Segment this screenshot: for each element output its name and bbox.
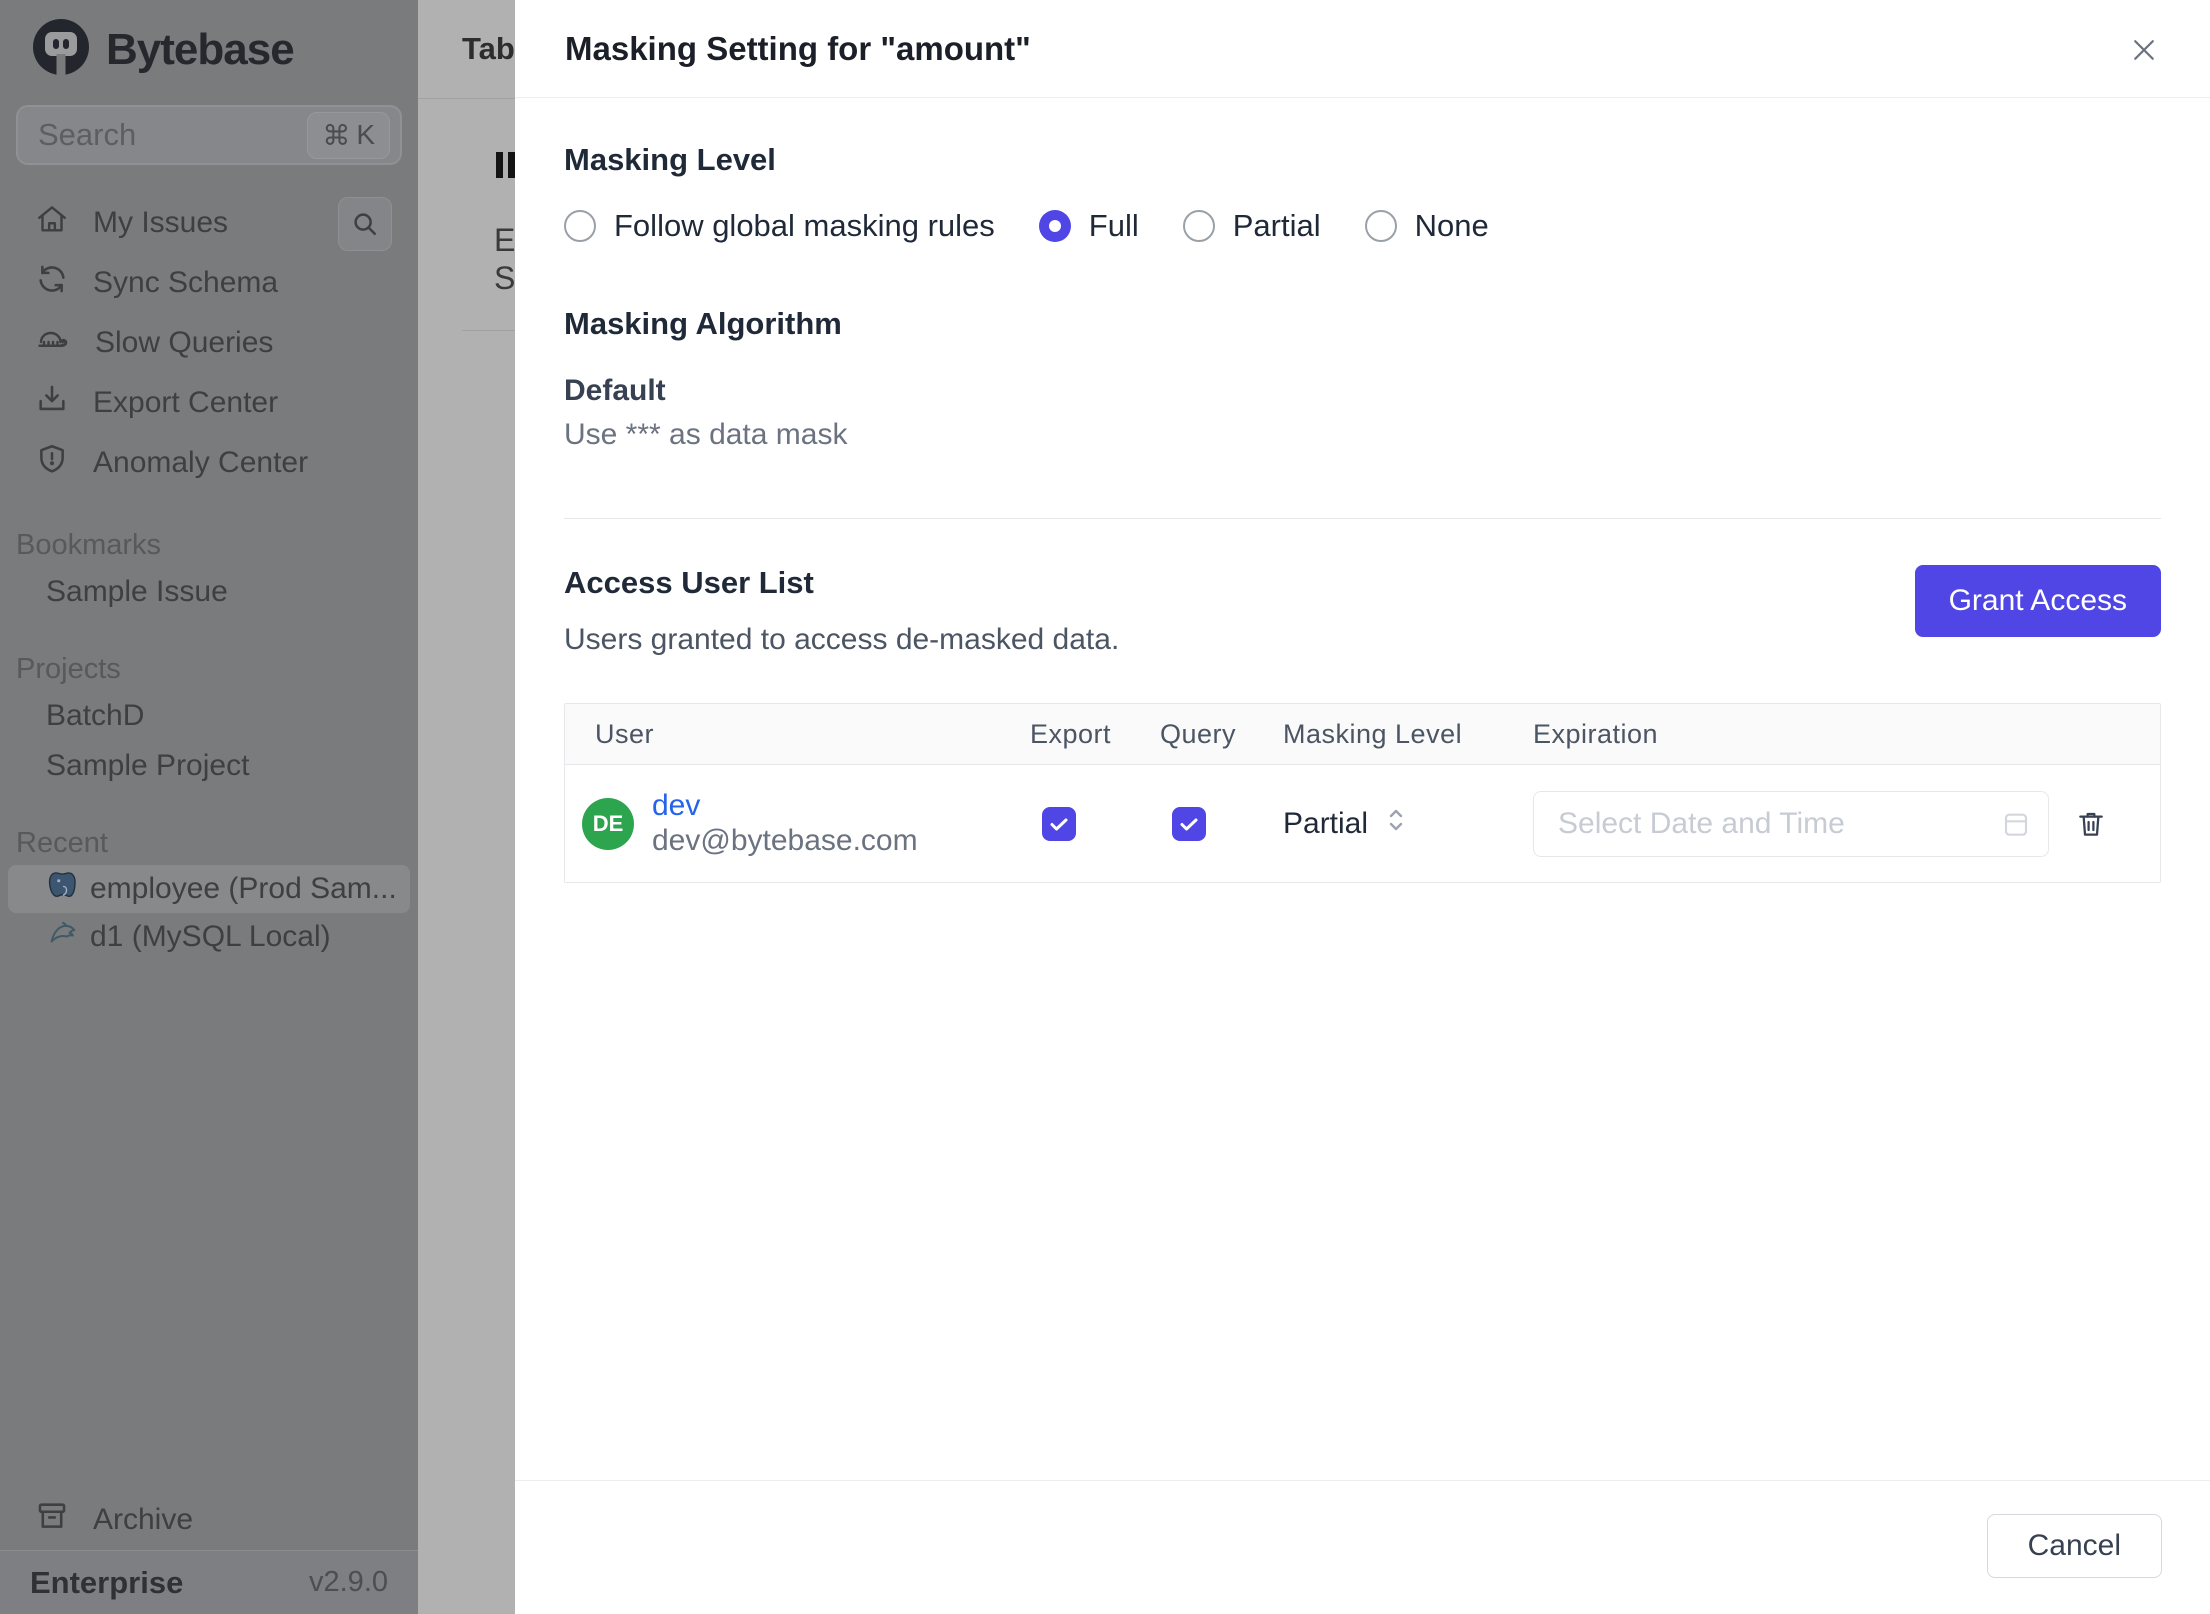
archive-icon [35, 1499, 69, 1541]
masking-level-options: Follow global masking rules Full Partial… [564, 208, 2161, 244]
calendar-icon [2000, 808, 2032, 840]
background-letter-e: E [494, 222, 516, 258]
close-icon[interactable] [2128, 34, 2160, 66]
masking-algorithm-heading: Masking Algorithm [564, 306, 842, 341]
search-shortcut-badge: ⌘ K [307, 111, 390, 159]
radio-icon[interactable] [564, 210, 596, 242]
expiration-date-input[interactable]: Select Date and Time [1533, 790, 2049, 857]
sidebar-item-anomaly-center[interactable]: Anomaly Center [0, 433, 418, 493]
sidebar-item-archive[interactable]: Archive [0, 1490, 418, 1550]
algorithm-name: Default [564, 374, 666, 407]
modal-title: Masking Setting for "amount" [565, 29, 1031, 67]
sidebar-item-sample-issue[interactable]: Sample Issue [0, 567, 418, 617]
col-header-expiration: Expiration [1533, 718, 1659, 749]
masking-level-heading: Masking Level [564, 142, 776, 177]
sidebar-item-slow-queries[interactable]: Slow Queries [0, 313, 418, 373]
background-page-title: Tab [462, 31, 515, 66]
quick-search-button[interactable] [338, 197, 392, 251]
avatar: DE [582, 797, 634, 850]
version-label: v2.9.0 [309, 1566, 388, 1598]
sidebar: Bytebase Search ⌘ K My Issues Sync Schem… [0, 0, 418, 1614]
mysql-icon [46, 916, 80, 958]
plan-label[interactable]: Enterprise [30, 1565, 183, 1601]
col-header-masking-level: Masking Level [1283, 718, 1463, 749]
search-input[interactable]: Search ⌘ K [16, 105, 402, 165]
access-user-table: User Export Query Masking Level Expirati… [564, 703, 2161, 883]
background-letter-s: S [494, 260, 516, 296]
col-header-export: Export [1030, 718, 1112, 749]
turtle-icon [35, 321, 71, 365]
radio-icon[interactable] [1182, 210, 1215, 242]
sync-icon [35, 262, 69, 304]
brand-name: Bytebase [106, 24, 295, 74]
access-user-list-subtitle: Users granted to access de-masked data. [564, 623, 1120, 656]
masking-setting-modal: Masking Setting for "amount" Masking Lev… [515, 0, 2210, 1614]
radio-follow-global[interactable]: Follow global masking rules [564, 208, 995, 244]
radio-icon[interactable] [1364, 210, 1397, 242]
command-icon: ⌘ [322, 119, 351, 151]
radio-icon[interactable] [1038, 210, 1071, 242]
radio-full[interactable]: Full [1038, 208, 1139, 244]
modal-body: Masking Level Follow global masking rule… [515, 142, 2210, 883]
search-placeholder: Search [38, 117, 137, 152]
bytebase-logo-icon [30, 16, 92, 83]
section-label-projects: Projects [16, 652, 121, 685]
expiration-placeholder: Select Date and Time [1558, 806, 1845, 840]
postgres-icon [46, 868, 80, 910]
user-email: dev@bytebase.com [652, 823, 918, 857]
radio-none[interactable]: None [1364, 208, 1489, 244]
app-root: Bytebase Search ⌘ K My Issues Sync Schem… [0, 0, 2210, 1614]
cancel-button[interactable]: Cancel [1986, 1514, 2162, 1578]
brand: Bytebase [0, 0, 418, 83]
access-user-list-header: Access User List Users granted to access… [564, 565, 2161, 657]
access-user-list-heading: Access User List [564, 565, 814, 600]
radio-partial[interactable]: Partial [1182, 208, 1321, 244]
col-header-query: Query [1160, 718, 1237, 749]
section-label-recent: Recent [16, 826, 108, 859]
sidebar-item-d1-db[interactable]: d1 (MySQL Local) [8, 913, 410, 961]
chevron-up-down-icon [1384, 805, 1408, 843]
sidebar-item-sync-schema[interactable]: Sync Schema [0, 253, 418, 313]
sidebar-footer: Enterprise v2.9.0 [0, 1550, 418, 1614]
sidebar-nav: My Issues Sync Schema Slow Queries Expor… [0, 193, 418, 493]
user-link[interactable]: dev [652, 789, 700, 822]
section-divider [564, 518, 2161, 519]
table-header-row: User Export Query Masking Level Expirati… [565, 704, 2160, 765]
masking-level-select[interactable]: Partial [1283, 805, 1533, 843]
trash-icon[interactable] [2075, 808, 2107, 840]
download-icon [35, 382, 69, 424]
modal-header: Masking Setting for "amount" [515, 0, 2210, 98]
modal-footer: Cancel [515, 1480, 2210, 1614]
sidebar-item-export-center[interactable]: Export Center [0, 373, 418, 433]
sidebar-item-employee-db[interactable]: employee (Prod Sam... [8, 865, 410, 913]
sidebar-item-sample-project[interactable]: Sample Project [0, 741, 418, 791]
col-header-user: User [595, 718, 655, 749]
shield-icon [35, 442, 69, 484]
home-icon [35, 202, 69, 244]
table-row: DE dev dev@bytebase.com Partial Select D… [565, 765, 2160, 882]
sidebar-item-batchd[interactable]: BatchD [0, 691, 418, 741]
section-label-bookmarks: Bookmarks [16, 528, 162, 561]
algorithm-description: Use *** as data mask [564, 418, 848, 451]
grant-access-button[interactable]: Grant Access [1914, 565, 2161, 637]
sidebar-item-my-issues[interactable]: My Issues [0, 193, 418, 253]
columns-icon [496, 152, 515, 178]
query-checkbox[interactable] [1172, 806, 1206, 841]
export-checkbox[interactable] [1042, 806, 1076, 841]
